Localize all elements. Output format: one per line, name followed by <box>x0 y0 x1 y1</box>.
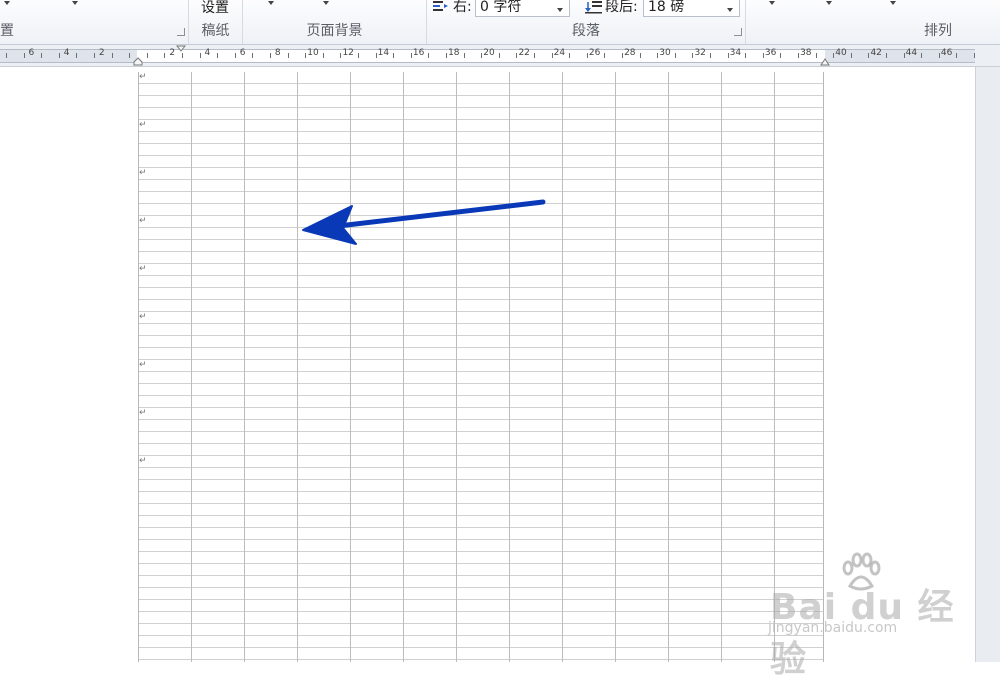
watermark-url: jingyan.baidu.com <box>768 620 898 636</box>
baidu-watermark: Bai du 经验 jingyan.baidu.com <box>760 548 960 680</box>
